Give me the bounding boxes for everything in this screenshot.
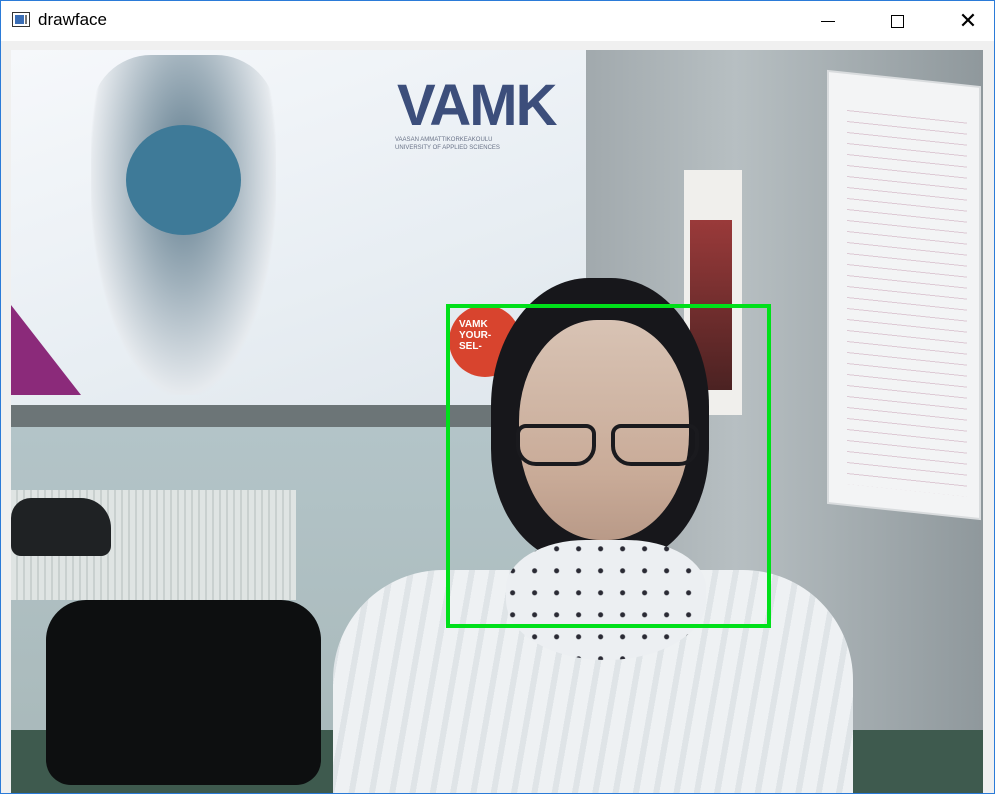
minimize-icon [821, 20, 835, 22]
close-icon: ✕ [958, 8, 978, 33]
whiteboard [829, 72, 979, 518]
maximize-icon [890, 14, 904, 28]
poster-subtitle: VAASAN AMMATTIKORKEAKOULU UNIVERSITY OF … [395, 137, 500, 151]
window-title: drawface [38, 10, 107, 29]
maximize-button[interactable] [874, 1, 920, 41]
title-bar[interactable]: drawface ✕ [1, 1, 994, 41]
app-window: drawface ✕ VAMK VAASAN AMMATTIKORKEAKOUL… [0, 0, 995, 794]
chair-back [11, 498, 111, 556]
app-window-icon [12, 12, 30, 27]
minimize-button[interactable] [805, 1, 851, 41]
close-button[interactable]: ✕ [945, 1, 991, 41]
face-detection-box [446, 304, 771, 628]
chair-seat [46, 600, 321, 785]
webcam-video-frame: VAMK VAASAN AMMATTIKORKEAKOULU UNIVERSIT… [11, 50, 983, 793]
poster-logo: VAMK [397, 73, 557, 138]
